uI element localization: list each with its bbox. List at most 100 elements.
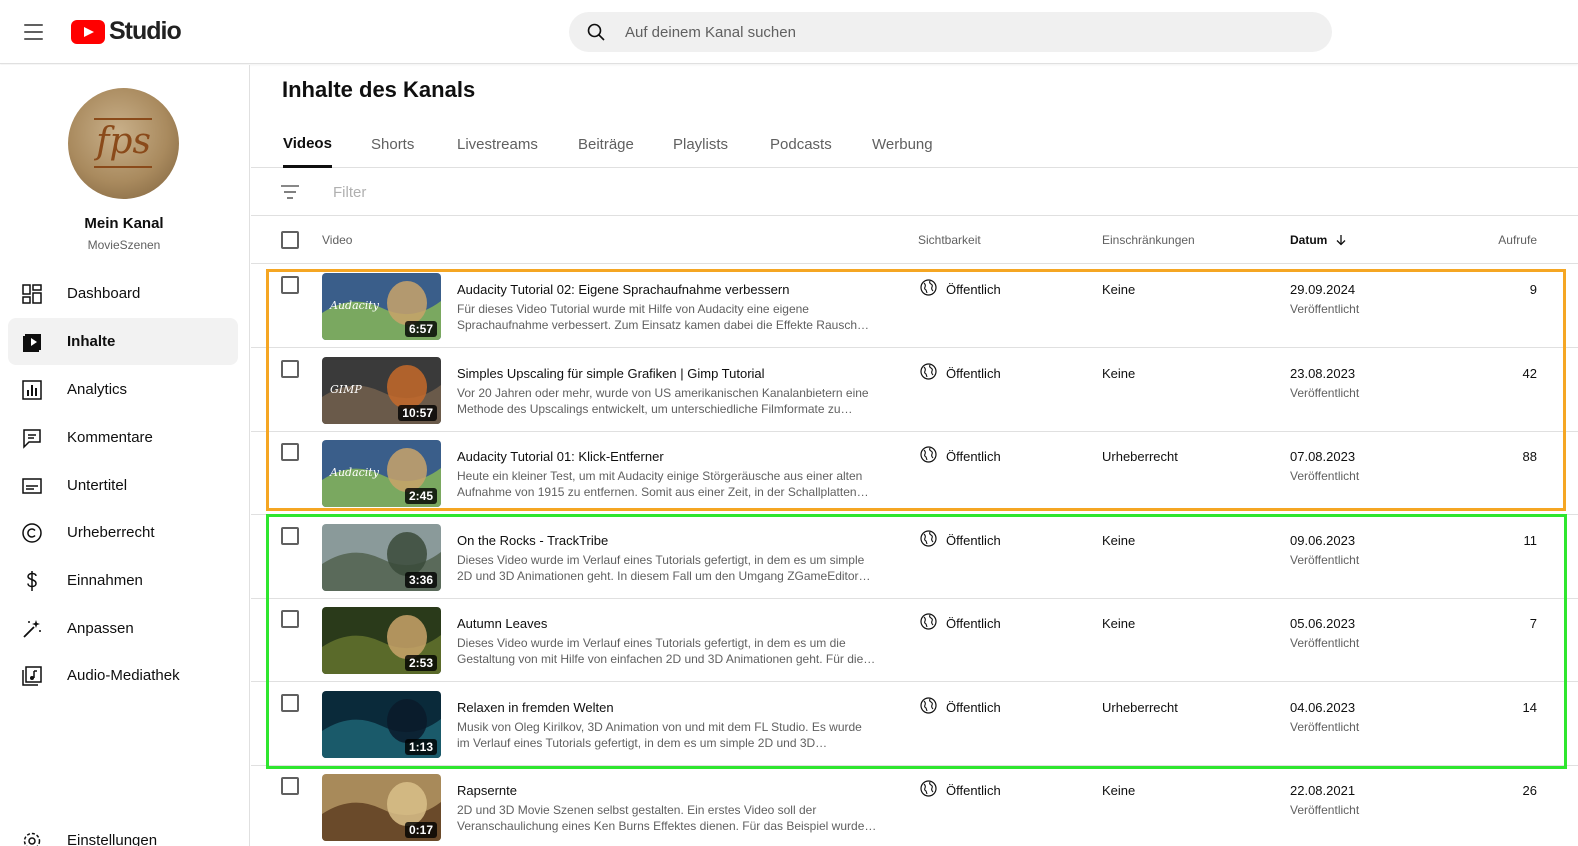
dollar-icon [27,571,37,591]
row-checkbox[interactable] [281,443,299,461]
table-row[interactable]: 2:53 Autumn Leaves Dieses Video wurde im… [251,599,1578,682]
video-title[interactable]: Rapsernte [457,783,517,798]
youtube-studio-logo[interactable]: Studio [71,17,182,46]
video-description-line: Veranschaulichung eines Ken Burns Effekt… [457,819,877,833]
channel-avatar[interactable]: fps [68,88,179,199]
video-duration: 2:45 [404,488,437,504]
column-header-restrictions[interactable]: Einschränkungen [1102,233,1195,247]
visibility-status[interactable]: Öffentlich [946,700,1001,715]
globe-icon[interactable] [920,613,937,630]
avatar-decoration [94,166,152,168]
visibility-status[interactable]: Öffentlich [946,282,1001,297]
column-header-views[interactable]: Aufrufe [1498,233,1537,247]
sidebar-item-einstellungen[interactable]: Einstellungen [8,817,238,846]
video-thumbnail[interactable]: 1:13 [322,690,441,758]
video-thumbnail[interactable]: 0:17 [322,774,441,841]
restrictions-value: Keine [1102,532,1136,548]
sidebar-item-untertitel[interactable]: Untertitel [8,462,238,509]
column-header-date[interactable]: Datum [1290,233,1347,247]
table-row[interactable]: Audacity 2:45 Audacity Tutorial 01: Klic… [251,432,1578,515]
publish-date: 29.09.2024 [1290,282,1356,297]
globe-icon[interactable] [920,446,937,463]
sidebar-item-dashboard[interactable]: Dashboard [8,270,238,317]
video-description-line: Musik von Oleg Kirilkov, 3D Animation vo… [457,719,862,734]
row-checkbox[interactable] [281,526,299,545]
search-input[interactable] [625,12,1305,52]
visibility-status[interactable]: Öffentlich [946,533,1001,548]
publish-status: Veröffentlicht [1290,552,1360,567]
restrictions-value: Urheberrecht [1102,699,1178,715]
video-description-line: Methode des Upscalings entwickelt, um un… [457,401,853,416]
video-title[interactable]: Autumn Leaves [457,616,547,631]
tab-playlists[interactable]: Playlists [673,121,728,168]
video-thumbnail[interactable]: 2:53 [322,607,441,674]
video-thumbnail[interactable]: Audacity 6:57 [322,273,441,340]
table-row[interactable]: 3:36 On the Rocks - TrackTribe Dieses Vi… [251,516,1578,599]
video-thumbnail[interactable]: GIMP 10:57 [322,356,441,424]
column-header-visibility[interactable]: Sichtbarkeit [918,233,981,247]
select-all-checkbox[interactable] [281,231,299,249]
video-description-line: Heute ein kleiner Test, um mit Audacity … [457,469,863,483]
sidebar-item-kommentare[interactable]: Kommentare [8,414,238,461]
tab-livestreams[interactable]: Livestreams [457,121,538,168]
video-duration: 1:13 [404,738,437,755]
tab-beitraege[interactable]: Beiträge [578,121,634,168]
thumbnail-text: GIMP [330,382,362,396]
publish-date: 07.08.2023 [1290,449,1356,464]
globe-icon[interactable] [920,279,937,296]
row-checkbox[interactable] [281,777,299,795]
row-checkbox[interactable] [281,359,299,378]
subtitles-icon [22,478,42,494]
sidebar-item-anpassen[interactable]: Anpassen [8,605,238,652]
video-description-line: Gestaltung von mit Hilfe von einfachen 2… [457,652,876,666]
sidebar-item-urheberrecht[interactable]: Urheberrecht [8,509,238,556]
table-row[interactable]: GIMP 10:57 Simples Upscaling für simple … [251,349,1578,432]
tab-videos[interactable]: Videos [283,121,332,168]
globe-icon[interactable] [920,696,937,714]
video-title[interactable]: Relaxen in fremden Welten [457,700,614,715]
hamburger-menu-icon[interactable] [18,18,50,46]
avatar-decoration [94,118,152,120]
video-title[interactable]: Simples Upscaling für simple Grafiken | … [457,366,765,381]
search-icon[interactable] [587,23,605,41]
sidebar-item-einnahmen[interactable]: Einnahmen [8,557,238,604]
table-row[interactable]: Audacity 6:57 Audacity Tutorial 02: Eige… [251,265,1578,348]
restrictions-value: Urheberrecht [1102,449,1178,464]
row-checkbox[interactable] [281,693,299,712]
video-description: Für dieses Video Tutorial wurde mit Hilf… [457,301,882,333]
visibility-status[interactable]: Öffentlich [946,783,1001,798]
video-description-line: im Verlauf eines Tutorials gefertigt, in… [457,735,828,750]
sidebar-item-analytics[interactable]: Analytics [8,366,238,413]
logo-text: Studio [109,17,182,45]
tab-shorts[interactable]: Shorts [371,121,414,168]
row-checkbox[interactable] [281,610,299,628]
tab-podcasts[interactable]: Podcasts [770,121,832,168]
visibility-status[interactable]: Öffentlich [946,449,1001,464]
video-thumbnail[interactable]: 3:36 [322,523,441,591]
video-title[interactable]: Audacity Tutorial 02: Eigene Sprachaufna… [457,282,789,297]
sidebar-item-audio-mediathek[interactable]: Audio-Mediathek [8,652,238,699]
restrictions-value: Keine [1102,365,1136,381]
visibility-status[interactable]: Öffentlich [946,616,1001,631]
visibility-status[interactable]: Öffentlich [946,366,1001,381]
sidebar-item-inhalte[interactable]: Inhalte [8,318,238,365]
globe-icon[interactable] [920,780,937,797]
restrictions-value: Keine [1102,783,1136,798]
sidebar-item-label: Audio-Mediathek [67,667,180,684]
video-title[interactable]: Audacity Tutorial 01: Klick-Entferner [457,449,664,464]
video-thumbnail[interactable]: Audacity 2:45 [322,440,441,507]
globe-icon[interactable] [920,362,937,380]
video-title[interactable]: On the Rocks - TrackTribe [457,533,608,548]
row-checkbox[interactable] [281,276,299,294]
publish-status: Veröffentlicht [1290,302,1360,316]
search-bar[interactable] [569,12,1332,52]
globe-icon[interactable] [920,529,937,547]
filter-input[interactable] [333,168,833,216]
content-tabs: Videos Shorts Livestreams Beiträge Playl… [251,121,1578,168]
filter-icon[interactable] [281,184,299,200]
video-duration: 2:53 [404,655,437,671]
video-duration: 3:36 [404,571,437,588]
tab-werbung[interactable]: Werbung [872,121,933,168]
table-row[interactable]: 0:17 Rapsernte 2D und 3D Movie Szenen se… [251,766,1578,846]
table-row[interactable]: 1:13 Relaxen in fremden Welten Musik von… [251,683,1578,766]
